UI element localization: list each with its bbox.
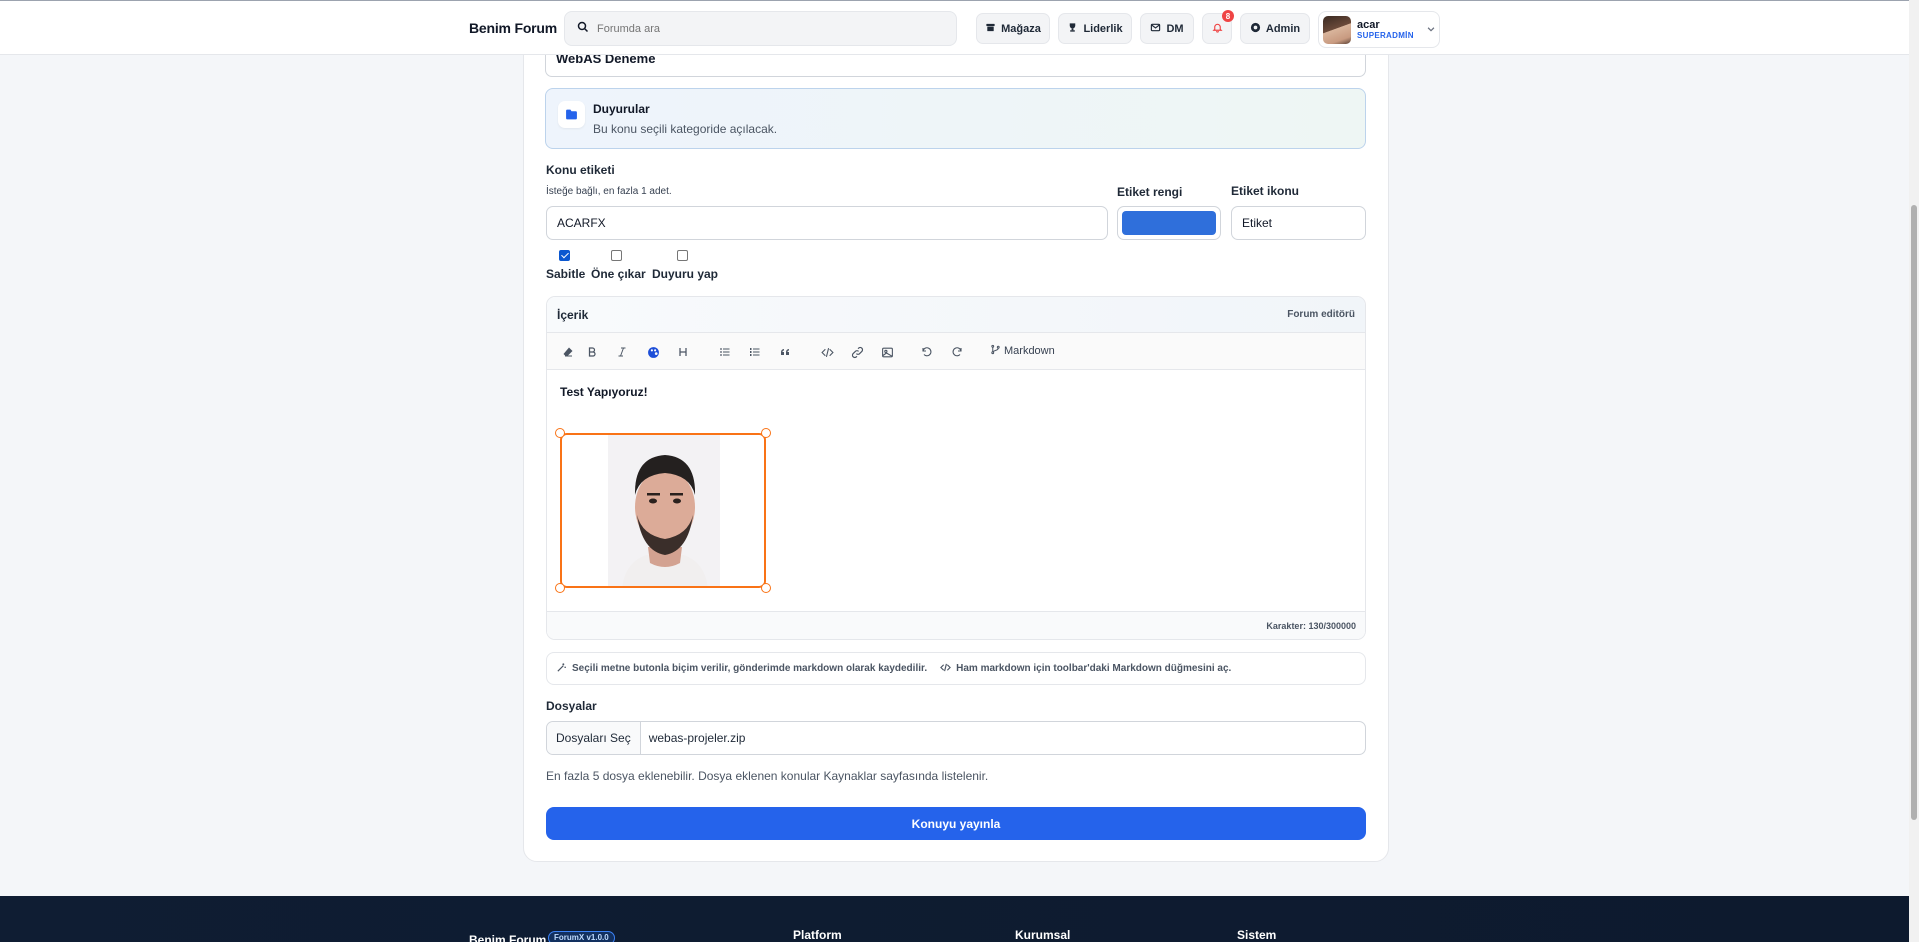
user-name: acar xyxy=(1357,18,1380,31)
resize-handle-top-right[interactable] xyxy=(761,428,771,438)
store-button[interactable]: Mağaza xyxy=(976,13,1050,44)
scrollbar-thumb[interactable] xyxy=(1911,205,1917,820)
footer-heading-kurumsal: Kurumsal xyxy=(1015,928,1071,942)
pin-checkbox[interactable] xyxy=(559,250,570,261)
chevron-down-icon xyxy=(1426,21,1436,39)
dm-label: DM xyxy=(1166,22,1184,35)
publish-topic-button[interactable]: Konuyu yayınla xyxy=(546,807,1366,840)
feature-label: Öne çıkar xyxy=(591,267,646,281)
markdown-toggle-button[interactable]: Markdown xyxy=(990,344,1055,358)
pin-label: Sabitle xyxy=(546,267,586,281)
hint-text-format: Seçili metne butonla biçim verilir, gönd… xyxy=(572,663,928,674)
embedded-image[interactable] xyxy=(560,433,766,588)
tag-icon-input[interactable] xyxy=(1231,206,1366,240)
tag-color-picker[interactable] xyxy=(1117,206,1221,240)
search-icon xyxy=(577,20,589,38)
user-menu[interactable]: acar SUPERADMİN xyxy=(1318,11,1440,48)
quote-icon[interactable] xyxy=(775,342,795,362)
page-scrollbar[interactable] xyxy=(1909,0,1919,942)
footer-brand[interactable]: Benim Forum xyxy=(469,933,546,942)
folder-icon xyxy=(558,101,585,128)
editor-content-heading[interactable]: Test Yapıyoruz! xyxy=(560,385,648,399)
avatar xyxy=(1323,15,1351,44)
admin-icon xyxy=(1250,22,1261,36)
portrait-photo xyxy=(562,435,764,586)
store-label: Mağaza xyxy=(1001,22,1041,35)
numbered-list-icon[interactable] xyxy=(745,342,765,362)
admin-label: Admin xyxy=(1265,22,1301,35)
link-icon[interactable] xyxy=(847,342,867,362)
italic-icon[interactable] xyxy=(612,342,632,362)
editor-footer: Karakter: 130/300000 xyxy=(547,611,1365,639)
leaderboard-label: Liderlik xyxy=(1083,22,1123,35)
redo-icon[interactable] xyxy=(947,342,967,362)
files-note: En fazla 5 dosya eklenebilir. Dosya ekle… xyxy=(546,769,989,783)
bell-icon xyxy=(1211,22,1223,36)
feature-checkbox[interactable] xyxy=(611,250,622,261)
tag-color-swatch xyxy=(1122,211,1216,235)
store-icon xyxy=(985,22,996,36)
tag-icon-label: Etiket ikonu xyxy=(1231,184,1300,198)
footer-heading-platform: Platform xyxy=(793,928,842,942)
markdown-label: Markdown xyxy=(1004,345,1055,357)
bullet-list-icon[interactable] xyxy=(715,342,735,362)
magic-wand-icon xyxy=(556,662,567,676)
tag-label: Konu etiketi xyxy=(546,163,615,177)
notifications-button[interactable]: 8 xyxy=(1202,10,1234,44)
announce-label: Duyuru yap xyxy=(652,267,719,281)
code-icon[interactable] xyxy=(817,342,837,362)
editor-toolbar: Markdown xyxy=(547,333,1365,370)
site-brand[interactable]: Benim Forum xyxy=(469,20,557,36)
resize-handle-bottom-right[interactable] xyxy=(761,583,771,593)
resize-handle-top-left[interactable] xyxy=(555,428,565,438)
search-input[interactable] xyxy=(597,22,927,35)
code-icon xyxy=(940,662,952,676)
file-input[interactable]: Dosyaları Seç webas-projeler.zip xyxy=(546,721,1366,755)
dm-button[interactable]: DM xyxy=(1140,13,1194,44)
editor-hint-bar: Seçili metne butonla biçim verilir, gönd… xyxy=(546,652,1366,685)
announce-checkbox[interactable] xyxy=(677,250,688,261)
editor-mode-label: Forum editörü xyxy=(1287,309,1355,320)
heading-icon[interactable] xyxy=(673,342,693,362)
git-branch-icon xyxy=(990,344,1001,358)
leaderboard-button[interactable]: Liderlik xyxy=(1058,13,1132,44)
search-box[interactable] xyxy=(564,11,957,46)
category-title: Duyurular xyxy=(593,102,650,116)
bold-icon[interactable] xyxy=(582,342,602,362)
footer-heading-sistem: Sistem xyxy=(1237,928,1277,942)
selected-file-name: webas-projeler.zip xyxy=(648,731,746,745)
tag-input[interactable] xyxy=(546,206,1108,240)
mail-icon xyxy=(1150,22,1161,36)
undo-icon[interactable] xyxy=(917,342,937,362)
version-badge: ForumX v1.0.0 xyxy=(548,931,615,942)
choose-files-button[interactable]: Dosyaları Seç xyxy=(547,722,641,754)
character-count: Karakter: 130/300000 xyxy=(1266,621,1356,631)
eraser-icon[interactable] xyxy=(558,342,578,362)
image-icon[interactable] xyxy=(877,342,897,362)
resize-handle-bottom-left[interactable] xyxy=(555,583,565,593)
tag-color-label: Etiket rengi xyxy=(1117,185,1183,199)
editor-title: İçerik xyxy=(557,308,589,322)
palette-icon[interactable] xyxy=(643,342,663,362)
notification-count-badge: 8 xyxy=(1222,10,1234,22)
site-footer: Benim Forum ForumX v1.0.0 Platform Kurum… xyxy=(0,896,1909,942)
top-navbar: Benim Forum Mağaza Liderlik DM 8 Admin a… xyxy=(0,0,1909,55)
files-label: Dosyalar xyxy=(546,699,597,713)
hint-text-markdown: Ham markdown için toolbar'daki Markdown … xyxy=(956,663,1232,674)
trophy-icon xyxy=(1067,22,1078,36)
selected-category-box: Duyurular Bu konu seçili kategoride açıl… xyxy=(545,88,1366,149)
user-role: SUPERADMİN xyxy=(1357,30,1414,40)
tag-hint: İsteğe bağlı, en fazla 1 adet. xyxy=(546,186,672,197)
editor-header: İçerik Forum editörü xyxy=(547,297,1365,333)
admin-button[interactable]: Admin xyxy=(1240,13,1310,44)
content-editor: İçerik Forum editörü Markdown Test Yapıy… xyxy=(546,296,1366,640)
category-subtitle: Bu konu seçili kategoride açılacak. xyxy=(593,122,778,136)
